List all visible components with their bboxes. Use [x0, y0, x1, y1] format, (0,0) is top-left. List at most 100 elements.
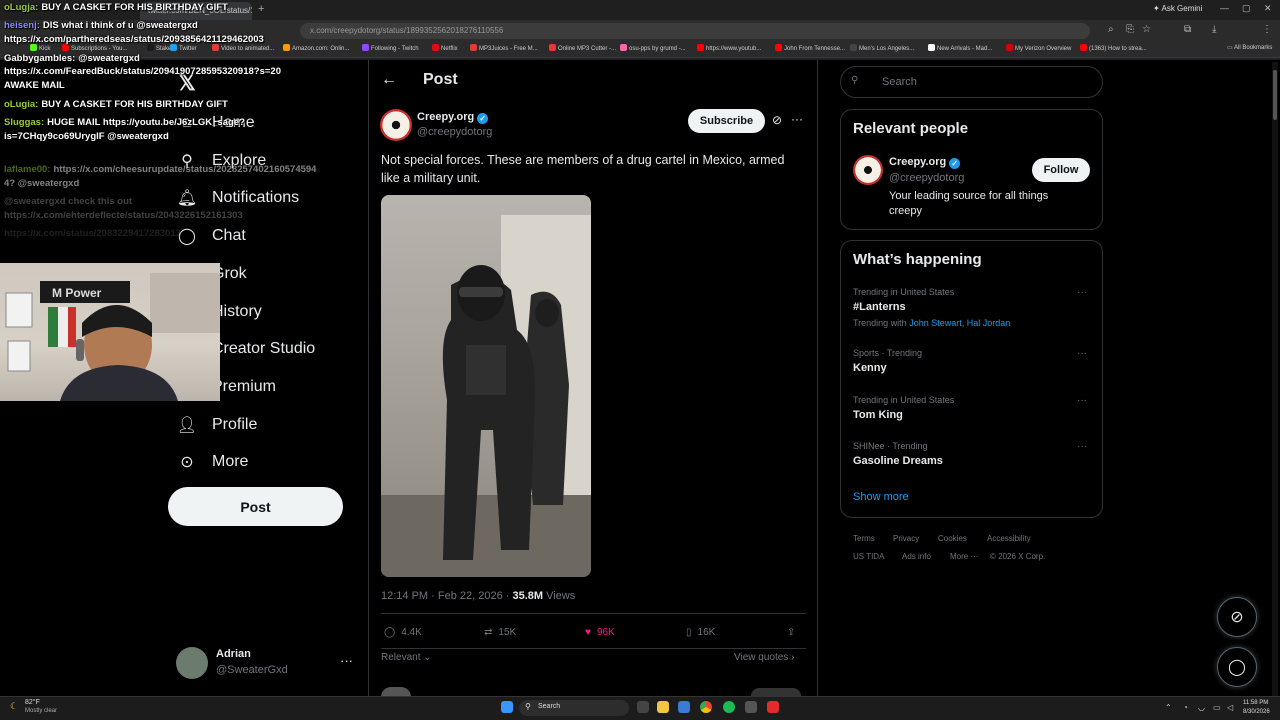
- bookmark-item[interactable]: Amazon.com: Onlin...: [283, 44, 349, 52]
- bookmark-item[interactable]: Following - Twitch: [362, 44, 419, 52]
- trend-name[interactable]: Tom King: [853, 409, 903, 421]
- bookmark-item[interactable]: https://www.youtub...: [697, 44, 761, 52]
- ellipsis-icon[interactable]: ···: [1077, 395, 1087, 406]
- nav-notifications[interactable]: 🔔︎ Notifications: [176, 183, 299, 213]
- bookmark-item[interactable]: Stake: [147, 44, 171, 52]
- nav-profile[interactable]: 👤︎ Profile: [176, 410, 258, 440]
- grok-fab-button[interactable]: ⊘: [1217, 597, 1257, 637]
- ellipsis-icon[interactable]: ···: [1077, 348, 1087, 359]
- reply-sort-dropdown[interactable]: Relevant ⌄: [381, 652, 432, 663]
- taskbar-search[interactable]: Search: [519, 700, 629, 716]
- bookmark-item[interactable]: Kick: [30, 44, 50, 52]
- zoom-icon[interactable]: ⌕: [1108, 24, 1114, 35]
- bookmark-item[interactable]: New Arrivals - Mad...: [928, 44, 992, 52]
- trend-name[interactable]: Gasoline Dreams: [853, 455, 943, 467]
- trend-name[interactable]: #Lanterns: [853, 301, 906, 313]
- file-explorer-icon[interactable]: [657, 701, 669, 713]
- author-handle[interactable]: @creepydotorg: [417, 126, 492, 138]
- grok-icon[interactable]: ⊘: [772, 113, 782, 127]
- ask-gemini-button[interactable]: ✦ Ask Gemini: [1153, 4, 1202, 13]
- task-view-icon[interactable]: [637, 701, 649, 713]
- bookmark-item[interactable]: Online MP3 Cutter -...: [549, 44, 616, 52]
- address-bar[interactable]: x.com/creepydotorg/status/18993525620182…: [300, 23, 1090, 39]
- follow-button[interactable]: Follow: [1032, 158, 1090, 182]
- bookmark-item[interactable]: osu-pps by grumd -...: [620, 44, 686, 52]
- chrome-icon[interactable]: [700, 701, 712, 713]
- app-icon[interactable]: [745, 701, 757, 713]
- reply-button[interactable]: ◯ 4.4K: [384, 627, 422, 638]
- nav-more[interactable]: ⊙ More: [176, 447, 248, 477]
- store-icon[interactable]: [678, 701, 690, 713]
- ellipsis-icon[interactable]: ···: [791, 112, 803, 126]
- show-more-link[interactable]: Show more: [853, 491, 909, 503]
- network-icon[interactable]: ◔: [1183, 703, 1188, 712]
- trend-related-links[interactable]: John Stewart, Hal Jordan: [909, 318, 1010, 328]
- repost-button[interactable]: ⇄ 15K: [484, 627, 516, 638]
- bookmark-favicon-icon: [432, 44, 439, 51]
- bookmark-item[interactable]: Netflix: [432, 44, 458, 52]
- webcam-overlay: M Power: [0, 263, 220, 401]
- bookmark-item[interactable]: MP3Juices - Free M...: [470, 44, 538, 52]
- like-button[interactable]: ♥ 96K: [585, 627, 615, 638]
- footer-link-more[interactable]: More ···: [950, 552, 978, 561]
- views-count: 35.8M: [512, 590, 544, 602]
- post-video[interactable]: [381, 195, 591, 577]
- new-tab-button[interactable]: +: [258, 3, 264, 15]
- back-arrow-icon[interactable]: ←: [381, 71, 397, 89]
- author-name[interactable]: Creepy.org ✓: [417, 111, 489, 124]
- download-icon[interactable]: ⤓: [1212, 24, 1216, 35]
- view-quotes-link[interactable]: View quotes ›: [734, 652, 794, 663]
- chat-text: https://x.com/status/2083229417283013: [4, 228, 181, 239]
- footer-link-cookies[interactable]: Cookies: [938, 534, 967, 543]
- footer-link-accessibility[interactable]: Accessibility: [987, 534, 1031, 543]
- ellipsis-icon[interactable]: ···: [340, 653, 353, 668]
- ellipsis-icon[interactable]: ···: [1077, 287, 1087, 298]
- close-window-icon[interactable]: ✕: [1264, 3, 1272, 14]
- chevron-up-icon[interactable]: ⌃: [1165, 703, 1172, 712]
- bookmark-item[interactable]: (1363) How to strea...: [1080, 44, 1147, 52]
- streaming-app-icon[interactable]: [767, 701, 779, 713]
- ellipsis-icon[interactable]: ···: [1077, 441, 1087, 452]
- account-switcher[interactable]: Adrian @SweaterGxd ···: [176, 645, 356, 685]
- footer-link-privacy[interactable]: Privacy: [893, 534, 919, 543]
- share-button[interactable]: ⇪: [787, 627, 795, 638]
- subscribe-button[interactable]: Subscribe: [688, 109, 765, 133]
- bookmark-item[interactable]: Men's Los Angeles...: [850, 44, 914, 52]
- scrollbar[interactable]: [1272, 62, 1278, 696]
- reply-button-peek[interactable]: [751, 688, 801, 696]
- chat-message: @sweatergxd check this out: [4, 196, 132, 207]
- maximize-icon[interactable]: ▢: [1242, 3, 1251, 14]
- star-icon[interactable]: ☆: [1142, 24, 1151, 35]
- post-button[interactable]: Post: [168, 487, 343, 526]
- all-bookmarks-button[interactable]: ▭ All Bookmarks: [1227, 44, 1272, 51]
- avatar[interactable]: [853, 155, 883, 185]
- author-avatar[interactable]: [380, 109, 412, 141]
- volume-icon[interactable]: ◁: [1227, 703, 1233, 712]
- display-icon[interactable]: ▭: [1213, 703, 1221, 712]
- search-icon: ⚲: [525, 702, 531, 711]
- chevron-right-icon: ›: [791, 652, 795, 663]
- minimize-icon[interactable]: —: [1220, 3, 1229, 13]
- bookmark-item[interactable]: My Verizon Overview: [1006, 44, 1071, 52]
- footer-link-ads[interactable]: Ads info: [902, 552, 931, 561]
- messages-fab-button[interactable]: ◯: [1217, 647, 1257, 687]
- menu-icon[interactable]: ⋮: [1262, 24, 1272, 35]
- wifi-icon[interactable]: ◡: [1198, 703, 1205, 712]
- footer-link-tida[interactable]: US TIDA: [853, 552, 884, 561]
- nav-chat[interactable]: ◯ Chat: [176, 221, 246, 251]
- bookmark-button[interactable]: ▯ 16K: [686, 627, 715, 638]
- scrollbar-thumb[interactable]: [1273, 70, 1277, 120]
- bookmark-item[interactable]: Video to animated...: [212, 44, 274, 52]
- bookmark-item[interactable]: Subscriptions - You...: [62, 44, 127, 52]
- install-icon[interactable]: ⎘: [1126, 24, 1134, 35]
- relevant-person-name[interactable]: Creepy.org ✓: [889, 156, 961, 169]
- footer-link-terms[interactable]: Terms: [853, 534, 875, 543]
- spotify-icon[interactable]: [723, 701, 735, 713]
- start-icon[interactable]: [501, 701, 513, 713]
- bookmark-item[interactable]: Twitter: [170, 44, 197, 52]
- search-input[interactable]: Search: [840, 66, 1103, 98]
- bookmark-item[interactable]: John From Tennesse...: [775, 44, 845, 52]
- trend-name[interactable]: Kenny: [853, 362, 887, 374]
- extensions-icon[interactable]: ⧉: [1184, 24, 1191, 35]
- chat-message: https://x.com/partheredseas/status/20938…: [4, 34, 264, 45]
